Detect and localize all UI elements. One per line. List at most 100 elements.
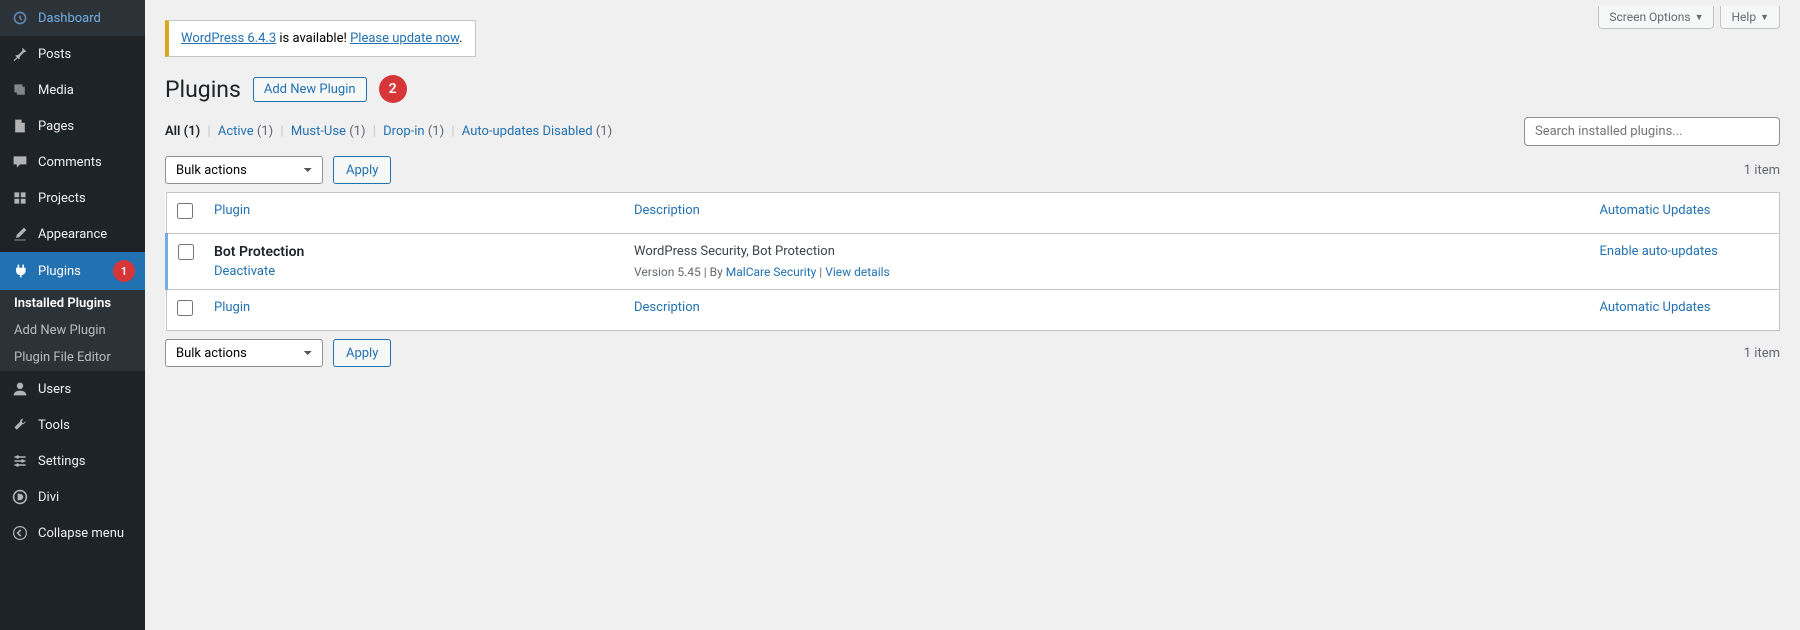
main-content: Screen Options ▼ Help ▼ WordPress 6.4.3 …	[145, 0, 1800, 630]
sidebar-label: Projects	[38, 191, 86, 206]
plugin-row: Bot Protection Deactivate WordPress Secu…	[167, 234, 1780, 290]
sidebar-label: Pages	[38, 119, 74, 134]
divi-icon	[10, 487, 30, 507]
sidebar-label: Tools	[38, 418, 70, 433]
deactivate-link[interactable]: Deactivate	[214, 264, 275, 279]
filter-all[interactable]: All (1)	[165, 124, 200, 139]
update-notice: WordPress 6.4.3 is available! Please upd…	[165, 20, 476, 57]
sidebar-label: Plugins	[38, 264, 81, 279]
bulk-actions-select-bottom[interactable]: Bulk actions	[165, 339, 323, 367]
help-label: Help	[1731, 10, 1756, 24]
sidebar-item-tools[interactable]: Tools	[0, 407, 145, 443]
sidebar-label: Settings	[38, 454, 85, 469]
sidebar-item-plugins[interactable]: Plugins 1	[0, 252, 145, 290]
col-check-all-footer	[167, 290, 205, 331]
admin-sidebar: Dashboard Posts Media Pages Comments Pro…	[0, 0, 145, 630]
plugin-name-cell: Bot Protection Deactivate	[204, 234, 624, 290]
brush-icon	[10, 224, 30, 244]
sidebar-label: Media	[38, 83, 74, 98]
col-auto-footer[interactable]: Automatic Updates	[1590, 290, 1780, 331]
plugin-meta: Version 5.45 | By MalCare Security | Vie…	[634, 265, 1580, 279]
pin-icon	[10, 44, 30, 64]
author-link[interactable]: MalCare Security	[726, 265, 817, 279]
chevron-down-icon: ▼	[1760, 12, 1769, 23]
user-icon	[10, 379, 30, 399]
media-icon	[10, 80, 30, 100]
header-badge: 2	[379, 75, 407, 103]
wrench-icon	[10, 415, 30, 435]
contextual-tabs: Screen Options ▼ Help ▼	[1598, 6, 1780, 29]
submenu-file-editor[interactable]: Plugin File Editor	[0, 344, 145, 371]
enable-auto-updates-link[interactable]: Enable auto-updates	[1600, 244, 1718, 259]
page-title: Plugins	[165, 76, 241, 103]
sidebar-label: Divi	[38, 490, 59, 505]
sidebar-label: Posts	[38, 47, 71, 62]
tablenav-top: Bulk actions Apply 1 item	[165, 156, 1780, 184]
bulk-actions-top: Bulk actions Apply	[165, 156, 391, 184]
sidebar-item-collapse[interactable]: Collapse menu	[0, 515, 145, 551]
plugin-description: WordPress Security, Bot Protection	[634, 244, 1580, 259]
sidebar-label: Appearance	[38, 227, 107, 242]
sliders-icon	[10, 451, 30, 471]
sidebar-label: Users	[38, 382, 71, 397]
search-input[interactable]	[1524, 117, 1780, 146]
apply-button[interactable]: Apply	[333, 156, 391, 184]
collapse-icon	[10, 523, 30, 543]
view-details-link[interactable]: View details	[825, 265, 890, 279]
sidebar-item-media[interactable]: Media	[0, 72, 145, 108]
update-now-link[interactable]: Please update now	[350, 31, 459, 46]
plug-icon	[10, 261, 30, 281]
screen-options-label: Screen Options	[1609, 10, 1690, 24]
apply-button-bottom[interactable]: Apply	[333, 339, 391, 367]
col-desc-footer[interactable]: Description	[624, 290, 1590, 331]
select-all-checkbox[interactable]	[177, 203, 193, 219]
wordpress-version-link[interactable]: WordPress 6.4.3	[181, 31, 276, 46]
filter-dropin[interactable]: Drop-in (1)	[383, 124, 444, 139]
version-text: Version 5.45 | By	[634, 265, 726, 279]
col-plugin-footer[interactable]: Plugin	[204, 290, 624, 331]
add-new-plugin-button[interactable]: Add New Plugin	[253, 77, 367, 102]
sidebar-item-comments[interactable]: Comments	[0, 144, 145, 180]
notice-end: .	[459, 31, 462, 46]
sidebar-item-appearance[interactable]: Appearance	[0, 216, 145, 252]
help-button[interactable]: Help ▼	[1720, 6, 1780, 29]
tablenav-bottom: Bulk actions Apply 1 item	[165, 339, 1780, 367]
page-icon	[10, 116, 30, 136]
sidebar-label: Collapse menu	[38, 526, 124, 541]
col-check-all	[167, 193, 205, 234]
sidebar-item-projects[interactable]: Projects	[0, 180, 145, 216]
item-count: 1 item	[1744, 163, 1780, 178]
screen-options-button[interactable]: Screen Options ▼	[1598, 6, 1714, 29]
select-all-checkbox-footer[interactable]	[177, 300, 193, 316]
sidebar-item-dashboard[interactable]: Dashboard	[0, 0, 145, 36]
item-count-bottom: 1 item	[1744, 346, 1780, 361]
notice-text: is available!	[276, 31, 350, 46]
filter-active[interactable]: Active (1)	[218, 124, 273, 139]
submenu-add-new[interactable]: Add New Plugin	[0, 317, 145, 344]
chevron-down-icon: ▼	[1695, 12, 1704, 23]
plugin-desc-cell: WordPress Security, Bot Protection Versi…	[624, 234, 1590, 290]
bulk-actions-select[interactable]: Bulk actions	[165, 156, 323, 184]
dashboard-icon	[10, 8, 30, 28]
col-desc-header[interactable]: Description	[624, 193, 1590, 234]
projects-icon	[10, 188, 30, 208]
sidebar-item-pages[interactable]: Pages	[0, 108, 145, 144]
sidebar-item-divi[interactable]: Divi	[0, 479, 145, 515]
plugin-checkbox[interactable]	[178, 244, 194, 260]
sidebar-item-settings[interactable]: Settings	[0, 443, 145, 479]
col-auto-header[interactable]: Automatic Updates	[1590, 193, 1780, 234]
sidebar-item-posts[interactable]: Posts	[0, 36, 145, 72]
submenu-installed-plugins[interactable]: Installed Plugins	[0, 290, 145, 317]
filter-auto-disabled[interactable]: Auto-updates Disabled (1)	[462, 124, 612, 139]
sidebar-label: Comments	[38, 155, 102, 170]
page-header: Plugins Add New Plugin 2	[165, 75, 1780, 103]
plugins-submenu: Installed Plugins Add New Plugin Plugin …	[0, 290, 145, 371]
sidebar-item-users[interactable]: Users	[0, 371, 145, 407]
filter-links: All (1) | Active (1) | Must-Use (1) | Dr…	[165, 124, 612, 139]
plugins-table: Plugin Description Automatic Updates Bot…	[165, 192, 1780, 331]
sidebar-label: Dashboard	[38, 11, 101, 26]
filter-mustuse[interactable]: Must-Use (1)	[291, 124, 366, 139]
update-badge: 1	[113, 260, 135, 282]
row-check-cell	[167, 234, 205, 290]
col-plugin-header[interactable]: Plugin	[204, 193, 624, 234]
